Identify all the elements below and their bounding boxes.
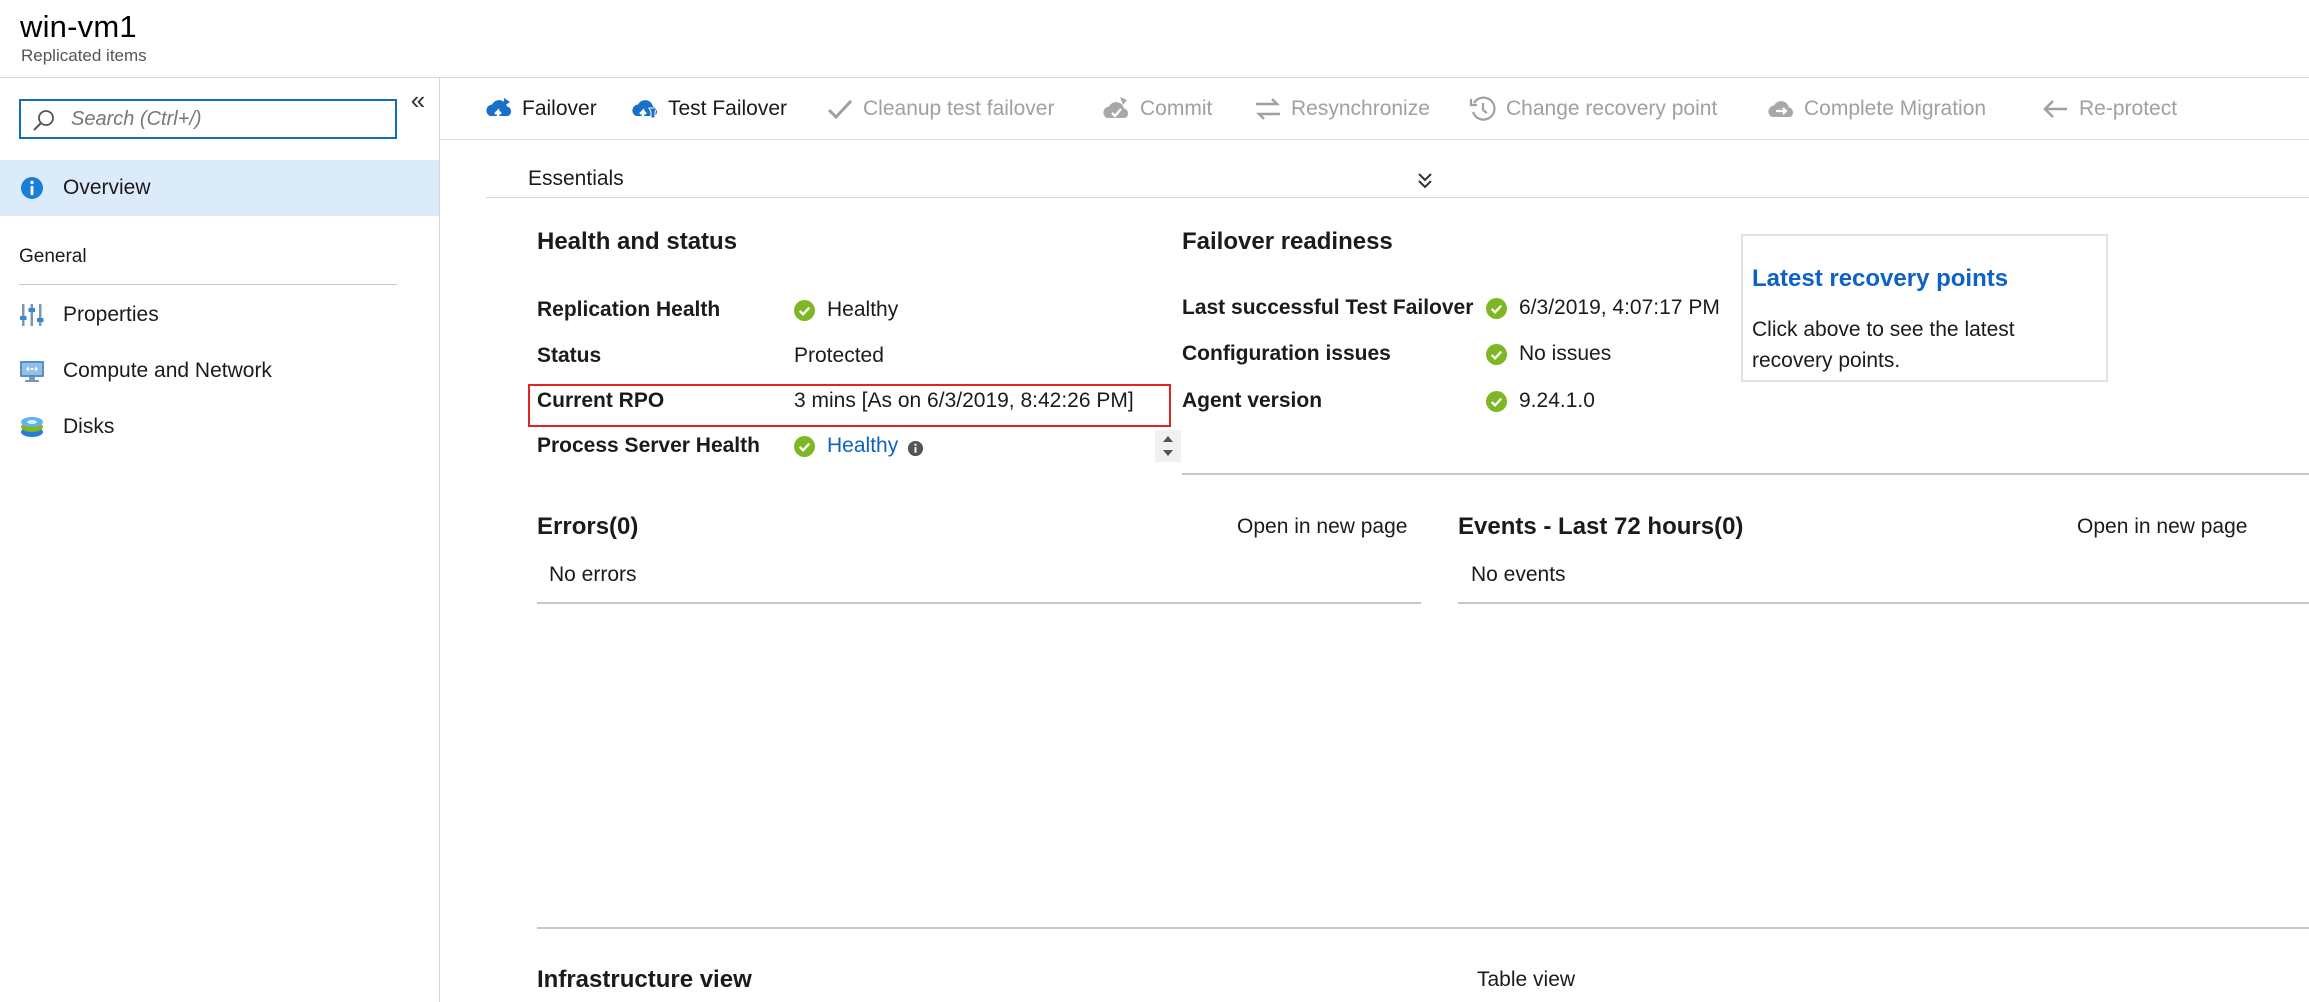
section-divider xyxy=(19,284,397,285)
configuration-issues-text: No issues xyxy=(1519,342,1612,365)
latest-recovery-points-description: Click above to see the latest recovery p… xyxy=(1752,318,2015,372)
page-title: win-vm1 xyxy=(20,9,137,44)
replication-health-value: Healthy xyxy=(794,298,898,322)
complete-migration-button[interactable]: Complete Migration xyxy=(1766,92,1986,126)
events-empty-text: No events xyxy=(1471,563,1566,586)
latest-recovery-points-link[interactable]: Latest recovery points xyxy=(1752,265,2008,293)
sidebar-item-overview[interactable]: Overview xyxy=(0,160,439,216)
commit-label: Commit xyxy=(1140,97,1213,120)
status-label: Status xyxy=(537,344,602,367)
sidebar: « Overview General Properties xyxy=(0,78,440,1002)
infrastructure-divider xyxy=(537,927,2309,929)
compute-network-icon xyxy=(20,361,44,382)
double-chevron-down-icon[interactable] xyxy=(1413,166,1437,194)
section-heading-general: General xyxy=(19,246,87,267)
check-circle-icon xyxy=(1486,390,1507,412)
check-circle-icon xyxy=(794,299,815,321)
cleanup-test-failover-label: Cleanup test failover xyxy=(863,97,1055,120)
page-subtitle: Replicated items xyxy=(21,46,147,65)
re-protect-label: Re-protect xyxy=(2079,97,2178,120)
info-icon xyxy=(21,177,43,199)
failover-readiness-heading: Failover readiness xyxy=(1182,228,1393,255)
configuration-issues-value: No issues xyxy=(1486,342,1611,366)
errors-empty-text: No errors xyxy=(549,563,637,586)
sidebar-item-label: Disks xyxy=(63,415,115,438)
replication-health-text: Healthy xyxy=(827,298,899,321)
sidebar-item-label: Compute and Network xyxy=(63,359,272,382)
resynchronize-label: Resynchronize xyxy=(1291,97,1430,120)
checkmark-icon xyxy=(827,99,853,120)
sidebar-item-label: Properties xyxy=(63,303,159,326)
test-failover-label: Test Failover xyxy=(668,97,788,120)
table-view-link[interactable]: Table view xyxy=(1477,968,1575,992)
events-open-new-page-link[interactable]: Open in new page xyxy=(2077,515,2247,539)
search-input[interactable] xyxy=(71,101,381,137)
test-failover-button[interactable]: Test Failover xyxy=(630,92,787,126)
sidebar-item-label: Overview xyxy=(63,176,151,199)
arrow-left-icon xyxy=(2043,100,2067,118)
command-bar: Failover Test Failover Cleanup test fail… xyxy=(440,78,2309,140)
errors-open-new-page-link[interactable]: Open in new page xyxy=(1237,515,1407,539)
essentials-heading: Essentials xyxy=(528,167,624,190)
history-clock-icon xyxy=(1469,96,1496,121)
errors-heading: Errors(0) xyxy=(537,513,639,540)
check-circle-icon xyxy=(1486,297,1507,319)
current-rpo-label: Current RPO xyxy=(537,389,665,412)
last-test-failover-label: Last successful Test Failover xyxy=(1182,296,1474,319)
failover-label: Failover xyxy=(522,97,597,120)
search-icon xyxy=(33,110,54,131)
change-recovery-point-button[interactable]: Change recovery point xyxy=(1468,92,1717,126)
section-divider xyxy=(1182,473,2309,475)
properties-icon xyxy=(20,304,44,326)
events-heading: Events - Last 72 hours(0) xyxy=(1458,513,1744,540)
sidebar-item-properties[interactable]: Properties xyxy=(0,287,439,343)
status-value: Protected xyxy=(794,344,884,367)
cloud-migration-icon xyxy=(1768,101,1794,117)
change-recovery-point-label: Change recovery point xyxy=(1506,97,1718,120)
process-server-health-label: Process Server Health xyxy=(537,434,760,457)
last-test-failover-value: 6/3/2019, 4:07:17 PM xyxy=(1486,296,1720,320)
health-status-heading: Health and status xyxy=(537,228,738,255)
commit-button[interactable]: Commit xyxy=(1102,92,1212,126)
search-box[interactable] xyxy=(19,99,397,139)
failover-button[interactable]: Failover xyxy=(484,92,597,126)
sidebar-item-disks[interactable]: Disks xyxy=(0,399,439,455)
sidebar-item-compute-network[interactable]: Compute and Network xyxy=(0,343,439,399)
last-test-failover-text: 6/3/2019, 4:07:17 PM xyxy=(1519,296,1720,319)
configuration-issues-label: Configuration issues xyxy=(1182,342,1391,365)
disks-icon xyxy=(21,417,43,437)
commit-icon xyxy=(1103,97,1129,118)
events-divider xyxy=(1458,602,2309,604)
current-rpo-value: 3 mins [As on 6/3/2019, 8:42:26 PM] xyxy=(794,389,1134,412)
cleanup-test-failover-button[interactable]: Cleanup test failover xyxy=(825,92,1054,126)
essentials-divider xyxy=(486,197,2309,198)
replication-health-label: Replication Health xyxy=(537,298,721,321)
errors-divider xyxy=(537,602,1421,604)
resynchronize-button[interactable]: Resynchronize xyxy=(1253,92,1430,126)
blade-header: win-vm1 Replicated items xyxy=(0,0,2309,78)
failover-icon xyxy=(486,98,512,121)
sync-arrows-icon xyxy=(1256,98,1280,120)
check-circle-icon xyxy=(1486,343,1507,365)
check-circle-icon xyxy=(794,435,815,457)
agent-version-label: Agent version xyxy=(1182,389,1323,412)
scroll-arrows-icon[interactable] xyxy=(1155,430,1181,462)
test-failover-icon xyxy=(632,100,658,121)
agent-version-text: 9.24.1.0 xyxy=(1519,389,1595,412)
process-server-health-link[interactable]: Healthy xyxy=(827,434,898,458)
infrastructure-view-heading: Infrastructure view xyxy=(537,966,752,993)
process-server-health-value: Healthy xyxy=(794,434,924,458)
latest-recovery-points-card[interactable]: Latest recovery points Click above to se… xyxy=(1741,234,2108,382)
info-icon[interactable] xyxy=(907,440,924,457)
collapse-sidebar-button[interactable]: « xyxy=(404,86,432,114)
re-protect-button[interactable]: Re-protect xyxy=(2041,92,2177,126)
complete-migration-label: Complete Migration xyxy=(1804,97,1987,120)
agent-version-value: 9.24.1.0 xyxy=(1486,389,1595,413)
